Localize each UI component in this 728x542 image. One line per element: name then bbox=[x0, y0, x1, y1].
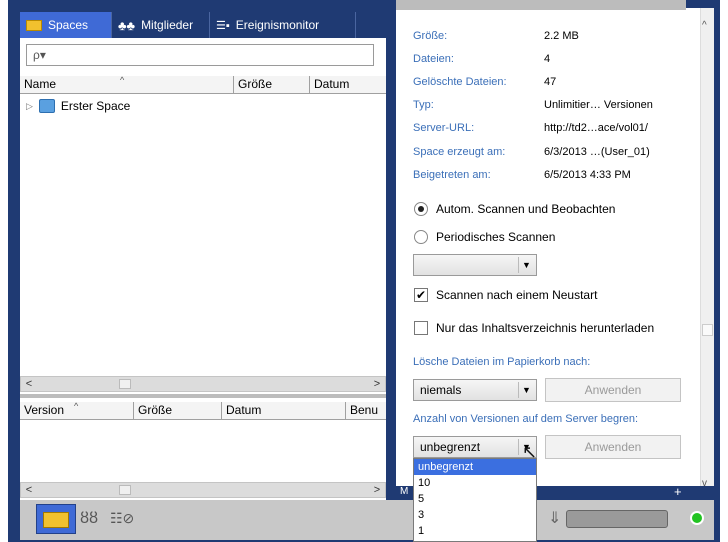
folder-icon bbox=[26, 19, 42, 31]
column-header-version[interactable]: Version ^ bbox=[20, 401, 134, 420]
mouse-cursor-icon: ↖ bbox=[522, 442, 538, 462]
status-indicator bbox=[690, 511, 704, 525]
detail-value: 6/3/2013 …(User_01) bbox=[544, 146, 650, 158]
chevron-down-icon: ▼ bbox=[518, 382, 534, 398]
column-header-user[interactable]: Benu bbox=[346, 402, 386, 420]
download-icon: ⇓ bbox=[548, 510, 562, 527]
column-label: Größe bbox=[138, 403, 173, 417]
event-monitor-icon: ☰▪ bbox=[216, 19, 230, 32]
scrollbar-thumb[interactable] bbox=[119, 485, 131, 495]
members-icon: ♣♣ bbox=[118, 17, 136, 33]
checkbox-toc-only[interactable] bbox=[414, 321, 428, 335]
search-input[interactable]: ρ▾ bbox=[26, 44, 374, 66]
detail-label: Typ: bbox=[413, 99, 434, 111]
members-view-icon[interactable]: ȣȣ bbox=[80, 510, 98, 528]
column-label: Größe bbox=[238, 77, 273, 91]
spaces-view-button[interactable] bbox=[36, 504, 76, 534]
sort-arrow-icon: ^ bbox=[120, 75, 125, 85]
tab-label: Spaces bbox=[48, 18, 89, 32]
checkbox-toc-only-label: Nur das Inhaltsverzeichnis herunterladen bbox=[436, 321, 655, 335]
tab-spaces[interactable]: Spaces bbox=[20, 12, 112, 38]
horizontal-scrollbar[interactable]: < > bbox=[20, 376, 386, 392]
trash-select[interactable]: niemals ▼ bbox=[413, 379, 537, 401]
scroll-right-icon[interactable]: > bbox=[371, 483, 383, 497]
checkbox-scan-restart[interactable]: ✔ bbox=[414, 288, 428, 302]
tab-members[interactable]: ♣♣ Mitglieder bbox=[112, 12, 210, 38]
dropdown-option[interactable]: unbegrenzt bbox=[414, 459, 536, 475]
radio-auto-scan[interactable] bbox=[414, 202, 428, 216]
versions-apply-button[interactable]: Anwenden bbox=[545, 435, 681, 459]
dropdown-option[interactable]: 3 bbox=[414, 507, 536, 523]
detail-label: Server-URL: bbox=[413, 122, 475, 134]
column-label: Benu bbox=[350, 403, 379, 417]
detail-value: 2.2 MB bbox=[544, 30, 579, 42]
scrollbar-thumb[interactable] bbox=[119, 379, 131, 389]
column-label: Datum bbox=[314, 77, 350, 91]
detail-value: Unlimitier… Versionen bbox=[544, 99, 653, 111]
detail-value: 4 bbox=[544, 53, 551, 65]
event-monitor-view-icon[interactable]: ☷⊘ bbox=[110, 510, 134, 527]
footer-text: M bbox=[400, 486, 409, 497]
tab-bar: Spaces ♣♣ Mitglieder ☰▪ Ereignismonitor bbox=[20, 8, 386, 38]
trash-section-title: Lösche Dateien im Papierkorb nach: bbox=[413, 356, 591, 368]
detail-label: Space erzeugt am: bbox=[413, 146, 506, 158]
column-header-date[interactable]: Datum bbox=[222, 402, 346, 420]
detail-label: Dateien: bbox=[413, 53, 454, 65]
detail-value: http://td2…ace/vol01/ bbox=[544, 122, 648, 134]
column-header-size[interactable]: Größe bbox=[234, 76, 310, 94]
detail-value: 47 bbox=[544, 76, 557, 88]
scroll-right-icon[interactable]: > bbox=[371, 377, 383, 391]
detail-value: 6/5/2013 4:33 PM bbox=[544, 169, 631, 181]
column-header-name[interactable]: Name ^ bbox=[20, 75, 234, 94]
details-header bbox=[396, 0, 686, 10]
sort-arrow-icon: ^ bbox=[74, 401, 79, 411]
progress-bar bbox=[566, 510, 668, 528]
detail-label: Beigetreten am: bbox=[413, 169, 491, 181]
checkbox-scan-restart-label: Scannen nach einem Neustart bbox=[436, 288, 598, 302]
versions-dropdown-list[interactable]: unbegrenzt 10 5 3 1 bbox=[413, 458, 537, 542]
tree-row[interactable]: ▷ Erster Space bbox=[26, 96, 366, 116]
checkmark-icon: ✔ bbox=[415, 288, 427, 302]
column-label: Version bbox=[24, 403, 65, 417]
column-label: Datum bbox=[226, 403, 262, 417]
versions-select[interactable]: unbegrenzt ▼ bbox=[413, 436, 537, 458]
column-header-size[interactable]: Größe bbox=[134, 402, 222, 420]
tree-row-label: Erster Space bbox=[60, 99, 131, 113]
scroll-left-icon[interactable]: < bbox=[23, 483, 35, 497]
tab-event-monitor[interactable]: ☰▪ Ereignismonitor bbox=[210, 12, 356, 38]
tab-label: Ereignismonitor bbox=[235, 18, 320, 32]
versions-section-title: Anzahl von Versionen auf dem Server begr… bbox=[413, 413, 639, 425]
dropdown-option[interactable]: 5 bbox=[414, 491, 536, 507]
detail-label: Gelöschte Dateien: bbox=[413, 76, 507, 88]
chevron-down-icon: ▼ bbox=[518, 257, 534, 273]
versions-select-value: unbegrenzt bbox=[420, 440, 481, 454]
dropdown-option[interactable]: 1 bbox=[414, 523, 536, 539]
scroll-left-icon[interactable]: < bbox=[23, 377, 35, 391]
scrollbar-thumb[interactable] bbox=[702, 324, 713, 336]
trash-select-value: niemals bbox=[420, 383, 462, 397]
periodic-interval-select[interactable]: ▼ bbox=[413, 254, 537, 276]
add-icon[interactable]: + bbox=[674, 484, 682, 499]
radio-auto-scan-label: Autom. Scannen und Beobachten bbox=[436, 202, 616, 216]
dropdown-option[interactable]: 10 bbox=[414, 475, 536, 491]
horizontal-scrollbar[interactable]: < > bbox=[20, 482, 386, 498]
tab-label: Mitglieder bbox=[141, 18, 194, 32]
radio-periodic-scan-label: Periodisches Scannen bbox=[436, 230, 556, 244]
expand-arrow-icon[interactable]: ▷ bbox=[26, 101, 33, 112]
column-label: Name bbox=[24, 77, 57, 91]
search-icon: ρ▾ bbox=[33, 48, 46, 62]
trash-apply-button[interactable]: Anwenden bbox=[545, 378, 681, 402]
detail-label: Größe: bbox=[413, 30, 448, 42]
column-header-date[interactable]: Datum bbox=[310, 76, 386, 94]
vertical-scrollbar[interactable]: ^ v bbox=[700, 8, 714, 489]
scroll-up-icon[interactable]: ^ bbox=[702, 20, 707, 31]
space-icon bbox=[38, 99, 55, 113]
radio-periodic-scan[interactable] bbox=[414, 230, 428, 244]
folder-icon bbox=[43, 512, 69, 528]
